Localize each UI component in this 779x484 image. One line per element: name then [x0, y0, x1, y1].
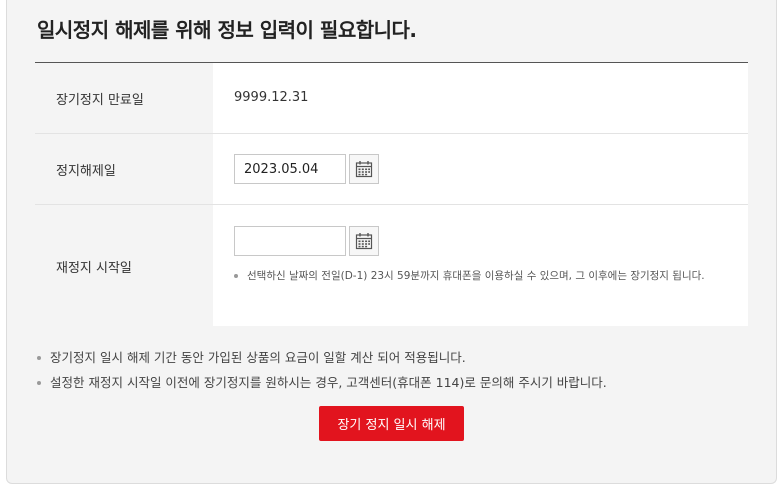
resuspend-date-calendar-button[interactable] [349, 226, 379, 256]
calendar-icon [355, 233, 373, 250]
notice-text: 설정한 재정지 시작일 이전에 장기정지를 원하시는 경우, 고객센터(휴대폰 … [50, 375, 607, 390]
release-date-input[interactable] [234, 154, 346, 184]
release-date-cell [213, 134, 748, 204]
notice-item: 설정한 재정지 시작일 이전에 장기정지를 원하시는 경우, 고객센터(휴대폰 … [35, 370, 607, 395]
resuspend-hint: 선택하신 날짜의 전일(D-1) 23시 59분까지 휴대폰을 이용하실 수 있… [234, 266, 734, 286]
resuspend-date-cell: 선택하신 날짜의 전일(D-1) 23시 59분까지 휴대폰을 이용하실 수 있… [213, 205, 748, 327]
resuspend-date-input[interactable] [234, 226, 346, 256]
release-date-label: 정지해제일 [35, 134, 213, 204]
bullet-dot [37, 356, 41, 360]
bullet-dot [37, 381, 41, 385]
notice-text: 장기정지 일시 해제 기간 동안 가입된 상품의 요금이 일할 계산 되어 적용… [50, 350, 466, 365]
calendar-icon [355, 161, 373, 178]
release-suspension-button[interactable]: 장기 정지 일시 해제 [319, 406, 464, 441]
release-date-calendar-button[interactable] [349, 154, 379, 184]
release-date-row: 정지해제일 [35, 134, 748, 205]
resuspend-date-label: 재정지 시작일 [35, 205, 213, 327]
release-suspension-panel: 일시정지 해제를 위해 정보 입력이 필요합니다. 장기정지 만료일 9999.… [6, 0, 777, 484]
expiry-date-label: 장기정지 만료일 [35, 63, 213, 133]
expiry-date-value: 9999.12.31 [234, 90, 309, 105]
resuspend-date-row: 재정지 시작일 선택하신 날짜의 전일(D-1) 23시 59분까지 휴대폰을 … [35, 205, 748, 327]
notice-list: 장기정지 일시 해제 기간 동안 가입된 상품의 요금이 일할 계산 되어 적용… [35, 345, 607, 395]
notice-item: 장기정지 일시 해제 기간 동안 가입된 상품의 요금이 일할 계산 되어 적용… [35, 345, 607, 370]
expiry-date-row: 장기정지 만료일 9999.12.31 [35, 63, 748, 134]
form-table: 장기정지 만료일 9999.12.31 정지해제일 2023.05.04 재정지… [35, 62, 748, 327]
resuspend-hint-text: 선택하신 날짜의 전일(D-1) 23시 59분까지 휴대폰을 이용하실 수 있… [247, 270, 705, 282]
expiry-date-cell: 9999.12.31 [213, 63, 748, 133]
page-title: 일시정지 해제를 위해 정보 입력이 필요합니다. [37, 18, 417, 42]
bullet-dot [234, 274, 238, 278]
